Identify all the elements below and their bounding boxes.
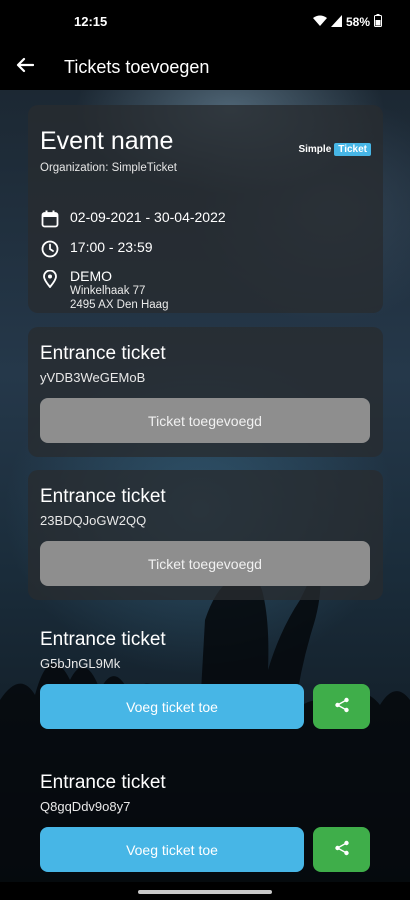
ticket-code: yVDB3WeGEMoB [40,370,146,385]
wifi-icon [312,15,327,30]
clock-icon [40,239,60,259]
add-ticket-button[interactable]: Voeg ticket toe [40,827,304,872]
location-street: Winkelhaak 77 [70,285,146,297]
share-ticket-button[interactable] [313,684,370,729]
ticket-added-button[interactable]: Ticket toegevoegd [40,541,370,586]
calendar-icon [40,209,60,229]
event-location: DEMO Winkelhaak 77 2495 AX Den Haag [70,269,168,312]
status-icons: 58% [312,14,382,30]
ticket-card: Entrance ticket yVDB3WeGEMoB Ticket toeg… [28,327,383,457]
location-pin-icon [40,269,60,289]
event-name: Event name [40,127,174,155]
event-location-row: DEMO Winkelhaak 77 2495 AX Den Haag [40,269,168,312]
back-arrow-icon [16,57,35,78]
ticket-code: G5bJnGL9Mk [40,656,121,671]
ticket-added-button[interactable]: Ticket toegevoegd [40,398,370,443]
back-button[interactable] [0,44,50,90]
simpleticket-logo: Simple Ticket [298,143,371,156]
event-dates: 02-09-2021 - 30-04-2022 [70,209,226,225]
ticket-title: Entrance ticket [40,629,166,650]
ticket-list[interactable]: Event name Organization: SimpleTicket Si… [0,90,410,900]
status-time: 12:15 [74,14,108,29]
page-title: Tickets toevoegen [64,56,210,77]
ticket-code: Q8gqDdv9o8y7 [40,799,131,814]
location-name: DEMO [70,268,112,284]
gesture-nav-bar [0,882,410,900]
ticket-card: Entrance ticket Q8gqDdv9o8y7 Voeg ticket… [28,756,383,886]
ticket-card: Entrance ticket G5bJnGL9Mk Voeg ticket t… [28,613,383,743]
status-bar: 12:15 58% [0,0,410,44]
event-time: 17:00 - 23:59 [70,239,153,255]
ticket-card: Entrance ticket 23BDQJoGW2QQ Ticket toeg… [28,470,383,600]
battery-icon [374,14,382,30]
logo-text-ticket: Ticket [334,143,371,156]
ticket-code: 23BDQJoGW2QQ [40,513,147,528]
location-city: 2495 AX Den Haag [70,299,169,311]
app-bar: Tickets toevoegen [0,44,410,90]
signal-icon [330,14,342,30]
home-gesture-handle[interactable] [138,890,272,894]
share-ticket-button[interactable] [313,827,370,872]
event-time-row: 17:00 - 23:59 [40,239,153,259]
event-dates-row: 02-09-2021 - 30-04-2022 [40,209,226,229]
event-card: Event name Organization: SimpleTicket Si… [28,105,383,313]
share-icon [334,697,350,716]
event-organization: Organization: SimpleTicket [40,162,177,174]
ticket-title: Entrance ticket [40,343,166,364]
logo-text-simple: Simple [298,144,332,155]
ticket-title: Entrance ticket [40,772,166,793]
ticket-title: Entrance ticket [40,486,166,507]
share-icon [334,840,350,859]
battery-percent: 58% [345,15,370,29]
add-ticket-button[interactable]: Voeg ticket toe [40,684,304,729]
